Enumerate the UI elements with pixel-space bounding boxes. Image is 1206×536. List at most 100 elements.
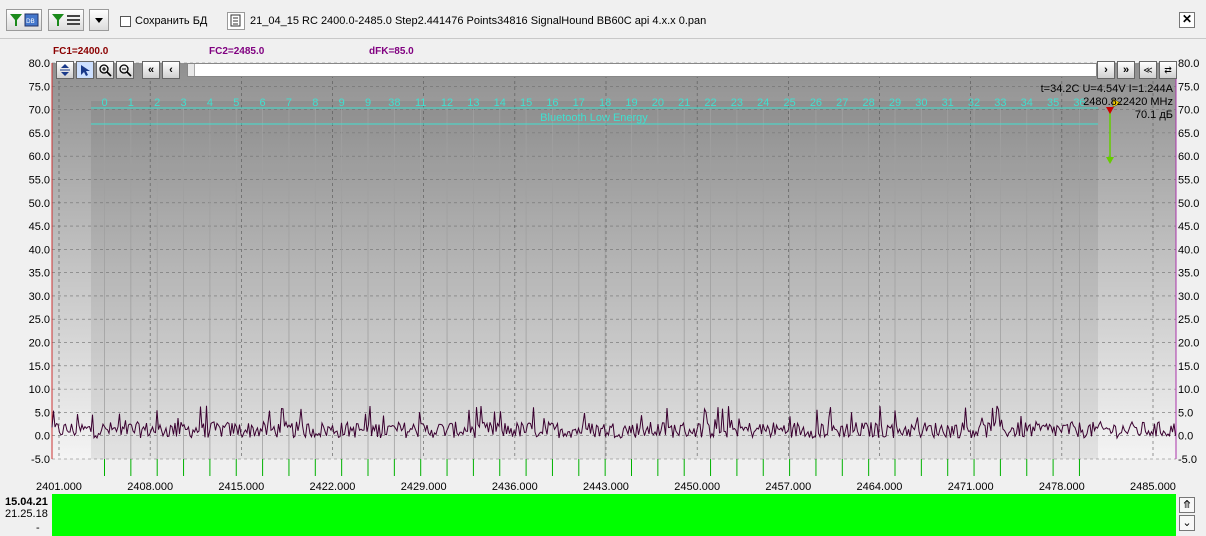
y-tick-label: 75.0 <box>29 81 50 93</box>
channel-label: 24 <box>757 97 769 109</box>
channel-label: 4 <box>207 97 213 109</box>
channel-label: 9 <box>365 97 371 109</box>
horizontal-scrollbar[interactable] <box>187 63 1097 77</box>
filter-list-button[interactable] <box>48 9 84 31</box>
extra-button-1[interactable]: ≪ <box>1139 61 1157 79</box>
channel-label: 27 <box>836 97 848 109</box>
x-tick-label: 2422.000 <box>310 481 356 493</box>
scroll-last-button[interactable]: » <box>1117 61 1135 79</box>
channel-label: 6 <box>260 97 266 109</box>
y-tick-label-right: 75.0 <box>1178 81 1199 93</box>
y-tick-label: 30.0 <box>29 291 50 303</box>
dropdown-button[interactable] <box>89 9 109 31</box>
y-tick-label: 35.0 <box>29 268 50 280</box>
y-tick-label: 60.0 <box>29 151 50 163</box>
y-tick-label: 40.0 <box>29 244 50 256</box>
y-tick-label: 80.0 <box>29 58 50 70</box>
readout-telemetry: t=34.2C U=4.54V I=1.244A <box>1040 83 1173 95</box>
waterfall-time: 21.25.18 <box>5 508 48 520</box>
zoom-in-button[interactable] <box>96 61 114 79</box>
channel-label: 11 <box>415 97 426 109</box>
file-icon[interactable] <box>227 12 245 30</box>
y-tick-label-right: 30.0 <box>1178 291 1199 303</box>
save-db-checkbox[interactable] <box>120 16 131 27</box>
y-tick-label-right: 10.0 <box>1178 384 1199 396</box>
y-tick-label: 10.0 <box>29 384 50 396</box>
svg-text:DB: DB <box>26 18 35 25</box>
channel-label: 16 <box>546 97 558 109</box>
y-tick-label: 45.0 <box>29 221 50 233</box>
readout-frequency: 2480.822420 MHz <box>1083 96 1173 108</box>
waterfall-strip[interactable] <box>52 494 1176 536</box>
zoom-in-icon <box>99 64 112 77</box>
y-tick-label-right: -5.0 <box>1178 454 1197 466</box>
channel-label: 31 <box>942 97 954 109</box>
close-button[interactable]: ✕ <box>1179 12 1195 28</box>
x-tick-label: 2408.000 <box>127 481 173 493</box>
x-tick-label: 2443.000 <box>583 481 629 493</box>
scroll-up-button[interactable]: ⤊ <box>1179 497 1195 513</box>
y-tick-label-right: 25.0 <box>1178 314 1199 326</box>
document-icon <box>230 14 241 27</box>
y-tick-label-right: 60.0 <box>1178 151 1199 163</box>
x-tick-label: 2450.000 <box>674 481 720 493</box>
y-tick-label: 55.0 <box>29 174 50 186</box>
file-title: 21_04_15 RC 2400.0-2485.0 Step2.441476 P… <box>250 15 707 27</box>
channel-label: 18 <box>599 97 611 109</box>
channel-label: 25 <box>783 97 795 109</box>
scroll-next-button[interactable]: › <box>1097 61 1115 79</box>
scroll-prev-button[interactable]: ‹ <box>162 61 180 79</box>
y-tick-label: 5.0 <box>35 407 50 419</box>
scroll-first-button[interactable]: « <box>142 61 160 79</box>
channel-label: 33 <box>994 97 1006 109</box>
channel-label: 29 <box>889 97 901 109</box>
channel-label: 17 <box>573 97 585 109</box>
y-tick-label-right: 35.0 <box>1178 268 1199 280</box>
channel-label: 9 <box>339 97 345 109</box>
extra-button-2[interactable]: ⇄ <box>1159 61 1177 79</box>
spectrum-plot[interactable]: 80.075.070.065.060.055.050.045.040.035.0… <box>5 41 1201 493</box>
x-tick-label: 2478.000 <box>1039 481 1085 493</box>
x-tick-label: 2429.000 <box>401 481 447 493</box>
channel-label: 34 <box>1021 97 1033 109</box>
dfk-label: dFK=85.0 <box>369 46 414 57</box>
y-tick-label-right: 70.0 <box>1178 105 1199 117</box>
channel-label: 22 <box>704 97 716 109</box>
marker-readout: t=34.2C U=4.54V I=1.244A 2480.822420 MHz… <box>1041 83 1173 122</box>
x-tick-label: 2471.000 <box>948 481 994 493</box>
zoom-out-icon <box>119 64 132 77</box>
spectrum-chart[interactable]: 80.0 75.0 70.0 65.0 60.0 55.0 50.0 45.0 40.0 35.0… <box>5 41 1201 493</box>
marker-move-button[interactable] <box>76 61 94 79</box>
y-tick-label-right: 5.0 <box>1178 407 1193 419</box>
y-tick-label-right: 50.0 <box>1178 198 1199 210</box>
channel-label: 0 <box>101 97 107 109</box>
marker-move-icon <box>81 65 90 76</box>
channel-label: 23 <box>731 97 743 109</box>
filter-db-button[interactable]: DB <box>6 9 42 31</box>
chevron-down-icon <box>95 18 103 23</box>
fc1-label: FC1=2400.0 <box>53 46 109 57</box>
y-tick-label-right: 0.0 <box>1178 431 1193 443</box>
scroll-down-button[interactable]: ⌄ <box>1179 515 1195 531</box>
zoom-out-button[interactable] <box>116 61 134 79</box>
y-tick-label: -5.0 <box>31 454 50 466</box>
y-tick-label: 15.0 <box>29 361 50 373</box>
band-label: Bluetooth Low Energy <box>540 112 648 124</box>
fc2-label: FC2=2485.0 <box>209 46 265 57</box>
waterfall-date: 15.04.21 <box>5 496 48 508</box>
x-tick-label: 2464.000 <box>857 481 903 493</box>
channel-label: 21 <box>678 97 690 109</box>
filter-db-icon: DB <box>10 13 39 27</box>
y-tick-label-right: 15.0 <box>1178 361 1199 373</box>
fit-vertical-icon <box>60 64 70 76</box>
channel-label: 8 <box>312 97 318 109</box>
x-tick-label: 2457.000 <box>765 481 811 493</box>
y-tick-label-right: 20.0 <box>1178 338 1199 350</box>
channel-label: 5 <box>233 97 239 109</box>
channel-label: 28 <box>863 97 875 109</box>
y-tick-label-right: 45.0 <box>1178 221 1199 233</box>
scroll-thumb[interactable] <box>188 64 195 76</box>
channel-label: 3 <box>180 97 186 109</box>
y-tick-label: 70.0 <box>29 105 50 117</box>
fit-vertical-button[interactable] <box>56 61 74 79</box>
